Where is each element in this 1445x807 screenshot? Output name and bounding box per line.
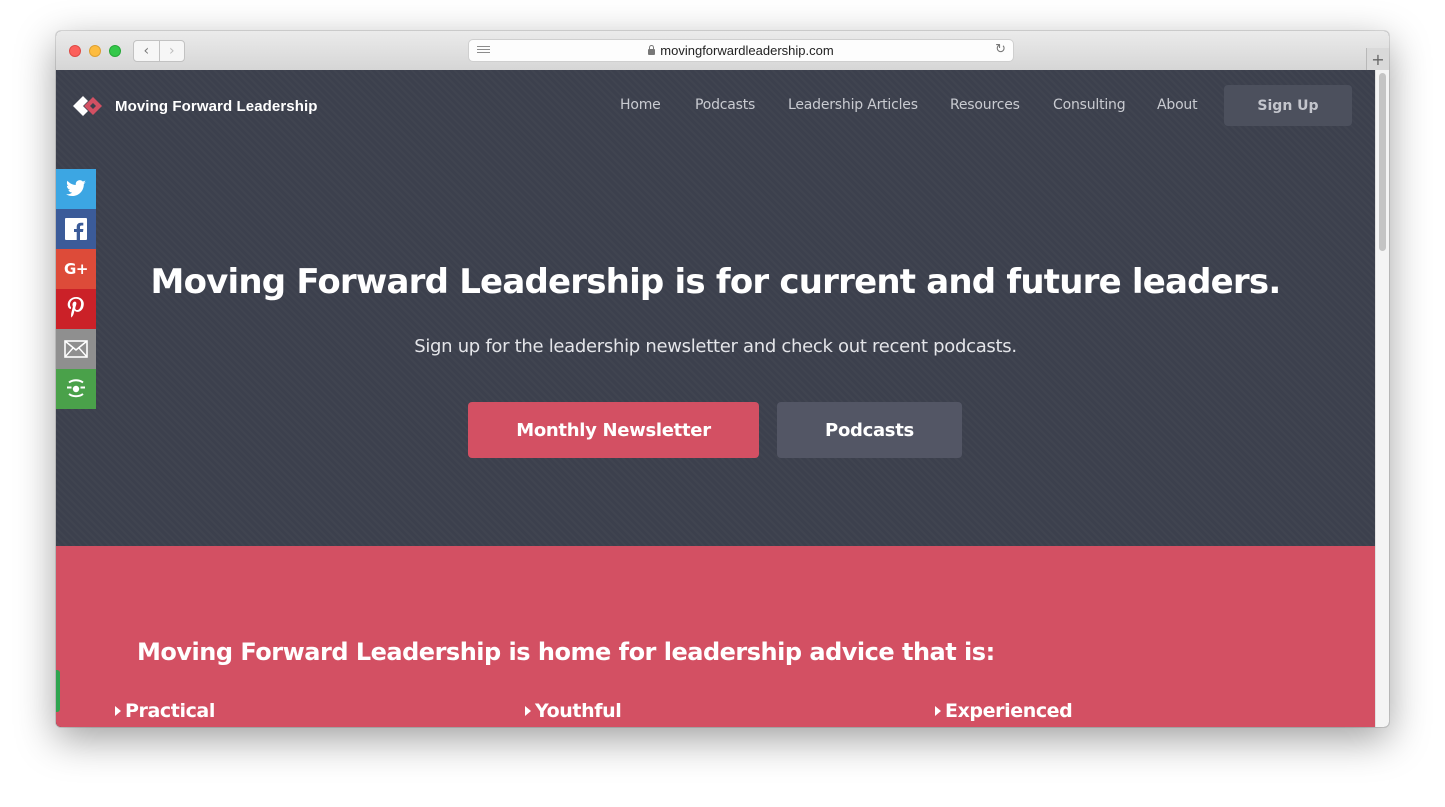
- logo-icon: [73, 96, 102, 116]
- page-scrollbar[interactable]: [1375, 70, 1389, 727]
- nav-about[interactable]: About: [1157, 97, 1198, 113]
- feature-label: Youthful: [535, 700, 622, 722]
- feature-label: Experienced: [945, 700, 1073, 722]
- reload-icon[interactable]: ↻: [995, 42, 1006, 57]
- browser-titlebar: ‹ › movingforwardleadership.com ↻ +: [56, 31, 1389, 71]
- podcasts-button[interactable]: Podcasts: [777, 402, 962, 458]
- hero-title: Moving Forward Leadership is for current…: [150, 262, 1282, 302]
- facebook-icon: [65, 218, 87, 240]
- back-button[interactable]: ‹: [134, 41, 159, 61]
- caret-right-icon: [935, 706, 941, 716]
- caret-right-icon: [525, 706, 531, 716]
- nav-resources[interactable]: Resources: [950, 97, 1020, 113]
- web-page: Moving Forward Leadership Home Podcasts …: [56, 70, 1375, 727]
- forward-button[interactable]: ›: [158, 41, 185, 61]
- hero-subtitle: Sign up for the leadership newsletter an…: [414, 336, 1017, 357]
- twitter-icon: [66, 180, 86, 197]
- address-bar[interactable]: movingforwardleadership.com ↻: [468, 39, 1014, 62]
- twitter-share-button[interactable]: [56, 169, 96, 209]
- feature-item-youthful: Youthful: [525, 700, 622, 722]
- scrollbar-thumb[interactable]: [1379, 73, 1386, 251]
- new-tab-button[interactable]: +: [1366, 48, 1389, 70]
- site-logo-link[interactable]: Moving Forward Leadership: [71, 93, 318, 119]
- feature-item-practical: Practical: [115, 700, 215, 722]
- sign-up-button[interactable]: Sign Up: [1224, 85, 1352, 126]
- browser-window: ‹ › movingforwardleadership.com ↻ + Movi…: [56, 31, 1389, 727]
- feedback-tab[interactable]: [56, 670, 60, 712]
- feature-item-experienced: Experienced: [935, 700, 1073, 722]
- feature-label: Practical: [125, 700, 215, 722]
- nav-podcasts[interactable]: Podcasts: [695, 97, 755, 113]
- url-text: movingforwardleadership.com: [660, 43, 834, 58]
- nav-home[interactable]: Home: [620, 97, 661, 113]
- more-share-button[interactable]: [56, 369, 96, 409]
- brand-name: Moving Forward Leadership: [115, 97, 318, 115]
- minimize-window-button[interactable]: [89, 45, 101, 57]
- close-window-button[interactable]: [69, 45, 81, 57]
- facebook-share-button[interactable]: [56, 209, 96, 249]
- caret-right-icon: [115, 706, 121, 716]
- zoom-window-button[interactable]: [109, 45, 121, 57]
- features-section: Moving Forward Leadership is home for le…: [56, 546, 1375, 727]
- more-share-icon: [67, 379, 85, 398]
- history-buttons: ‹ ›: [133, 40, 185, 62]
- lock-icon: [648, 45, 656, 55]
- monthly-newsletter-button[interactable]: Monthly Newsletter: [468, 402, 759, 458]
- nav-consulting[interactable]: Consulting: [1053, 97, 1126, 113]
- features-heading: Moving Forward Leadership is home for le…: [137, 638, 995, 666]
- nav-leadership-articles[interactable]: Leadership Articles: [788, 97, 918, 113]
